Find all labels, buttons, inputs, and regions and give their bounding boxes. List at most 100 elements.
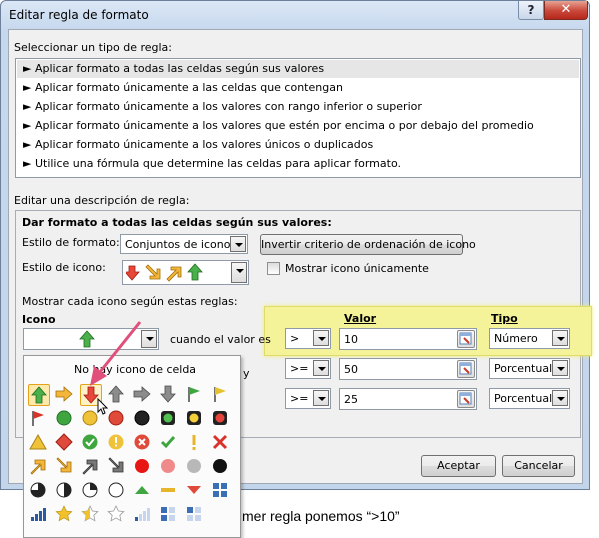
title-bar: Editar regla de formato ? ✕: [1, 1, 589, 29]
range-select-icon: [459, 392, 472, 405]
row2-type-select[interactable]: Porcentual: [489, 358, 570, 379]
range-select-icon[interactable]: [457, 360, 475, 378]
row3-value-input[interactable]: 25: [339, 388, 477, 410]
signal-bars-1-icon[interactable]: [132, 504, 154, 526]
row3-type-value: Porcentual: [494, 392, 553, 405]
row3-type-select[interactable]: Porcentual: [489, 388, 570, 409]
annotation-arrow-icon: [90, 321, 142, 386]
help-button[interactable]: ?: [518, 1, 544, 20]
rule-type-item[interactable]: ► Aplicar formato a todas las celdas seg…: [17, 60, 579, 78]
type-column-header: Tipo: [491, 312, 518, 325]
green-triangle-up-icon[interactable]: [132, 480, 154, 502]
green-check-icon[interactable]: [158, 432, 180, 454]
empty-star-icon[interactable]: [106, 504, 128, 526]
icon-set-arrows-icon: [126, 263, 203, 282]
pink-circle-icon[interactable]: [158, 456, 180, 478]
chevron-down-icon[interactable]: [313, 330, 329, 346]
yellow-dash-icon[interactable]: [158, 480, 180, 502]
chevron-down-icon[interactable]: [552, 330, 568, 346]
mouse-cursor-icon: [97, 398, 109, 415]
row2-operator-select[interactable]: >=: [285, 358, 331, 379]
rule-type-item[interactable]: ► Aplicar formato únicamente a los valor…: [17, 136, 579, 154]
chevron-down-icon[interactable]: [313, 360, 329, 376]
red-x-circle-icon[interactable]: [132, 432, 154, 454]
red-x-icon[interactable]: [210, 432, 232, 454]
green-check-circle-icon[interactable]: [80, 432, 102, 454]
quarter-circle-3-icon[interactable]: [28, 480, 50, 502]
rule-type-label: Seleccionar un tipo de regla:: [14, 41, 172, 54]
rule-type-item[interactable]: ► Utilice una fórmula que determine las …: [17, 155, 579, 173]
format-style-value: Conjuntos de iconos: [125, 238, 237, 251]
reverse-icon-order-button[interactable]: Invertir criterio de ordenación de icono: [260, 234, 476, 255]
close-button[interactable]: ✕: [544, 1, 588, 20]
yellow-right-arrow-icon[interactable]: [54, 384, 76, 406]
yellow-triangle-icon[interactable]: [28, 432, 50, 454]
dialog-title: Editar regla de formato: [9, 8, 149, 22]
yellow-exclamation-circle-icon[interactable]: [106, 432, 128, 454]
gray-up-right-arrow-icon[interactable]: [80, 456, 102, 478]
blue-boxes-4-icon[interactable]: [210, 480, 232, 502]
gray-down-arrow-icon[interactable]: [158, 384, 180, 406]
red-triangle-down-icon[interactable]: [184, 480, 206, 502]
green-circle-icon[interactable]: [54, 408, 76, 430]
red-circle-solid-icon[interactable]: [132, 456, 154, 478]
and-label: y: [243, 367, 250, 380]
black-circle-icon[interactable]: [132, 408, 154, 430]
red-traffic-light-icon[interactable]: [210, 408, 232, 430]
yellow-traffic-light-icon[interactable]: [184, 408, 206, 430]
red-flag-icon[interactable]: [28, 408, 50, 430]
show-icon-only-checkbox[interactable]: [267, 262, 280, 275]
row2-value-input[interactable]: 50: [339, 358, 477, 380]
green-traffic-light-icon[interactable]: [158, 408, 180, 430]
empty-circle-icon[interactable]: [106, 480, 128, 502]
range-select-icon[interactable]: [457, 330, 475, 348]
red-diamond-icon[interactable]: [54, 432, 76, 454]
gray-down-right-arrow-icon[interactable]: [106, 456, 128, 478]
rules-label: Mostrar cada icono según estas reglas:: [22, 295, 238, 308]
blue-boxes-1-icon[interactable]: [184, 504, 206, 526]
chevron-down-icon[interactable]: [313, 390, 329, 406]
range-select-icon: [459, 362, 472, 375]
caption-text: mer regla ponemos “>10”: [242, 508, 400, 524]
chevron-down-icon[interactable]: [230, 236, 246, 252]
row1-value-input[interactable]: 10: [339, 328, 477, 350]
chevron-down-icon[interactable]: [552, 390, 568, 406]
rule-type-item[interactable]: ► Aplicar formato únicamente a las celda…: [17, 79, 579, 97]
row2-value: 50: [344, 363, 358, 376]
format-style-label: Estilo de formato:: [22, 236, 120, 249]
range-select-icon[interactable]: [457, 390, 475, 408]
row1-operator-select[interactable]: >: [285, 328, 331, 349]
rule-type-item[interactable]: ► Aplicar formato únicamente a los valor…: [17, 98, 579, 116]
icon-style-select[interactable]: [122, 260, 249, 285]
quarter-circle-1-icon[interactable]: [80, 480, 102, 502]
when-value-is-label: cuando el valor es: [170, 333, 271, 346]
ok-button[interactable]: Aceptar: [421, 455, 496, 477]
yellow-down-right-arrow-icon[interactable]: [54, 456, 76, 478]
green-flag-icon[interactable]: [184, 384, 206, 406]
rule-type-item[interactable]: ► Aplicar formato únicamente a los valor…: [17, 117, 579, 135]
rule-description-label: Editar una descripción de regla:: [14, 194, 190, 207]
signal-bars-4-icon[interactable]: [28, 504, 50, 526]
blue-boxes-2-icon[interactable]: [158, 504, 180, 526]
gray-circle-icon[interactable]: [184, 456, 206, 478]
yellow-flag-icon[interactable]: [210, 384, 232, 406]
green-up-arrow-icon[interactable]: [28, 384, 50, 406]
row1-type-select[interactable]: Número: [489, 328, 570, 349]
gold-star-icon[interactable]: [54, 504, 76, 526]
quarter-circle-2-icon[interactable]: [54, 480, 76, 502]
yellow-up-right-arrow-icon[interactable]: [28, 456, 50, 478]
value-column-header: Valor: [344, 312, 377, 325]
black-circle-solid-icon[interactable]: [210, 456, 232, 478]
chevron-down-icon[interactable]: [231, 262, 247, 283]
half-star-icon[interactable]: [80, 504, 102, 526]
yellow-exclamation-icon[interactable]: [184, 432, 206, 454]
icon-style-label: Estilo de icono:: [22, 261, 106, 274]
chevron-down-icon[interactable]: [552, 360, 568, 376]
format-style-select[interactable]: Conjuntos de iconos: [120, 234, 248, 254]
cancel-button[interactable]: Cancelar: [502, 455, 575, 477]
rule-type-list[interactable]: ► Aplicar formato a todas las celdas seg…: [15, 58, 581, 178]
row1-value: 10: [344, 333, 358, 346]
range-select-icon: [459, 332, 472, 345]
row1-operator-value: >: [290, 332, 300, 345]
row3-operator-select[interactable]: >=: [285, 388, 331, 409]
